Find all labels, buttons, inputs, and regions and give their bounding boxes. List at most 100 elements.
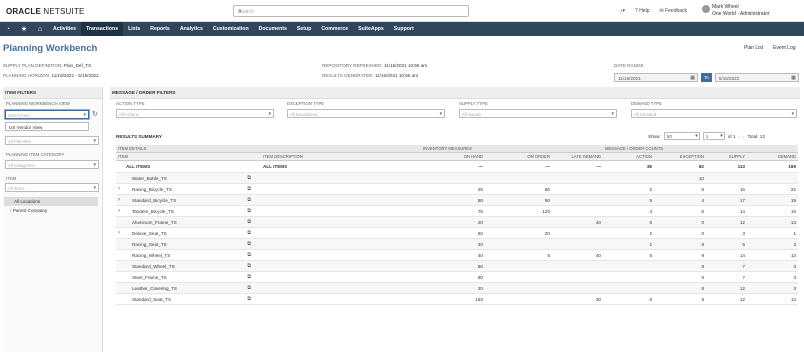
calendar-icon[interactable]: ▦: [690, 75, 695, 81]
planner-select[interactable]: All Planners ▾: [5, 136, 99, 145]
item-select[interactable]: All Items ▾: [5, 183, 99, 192]
supply-type-select[interactable]: All Supply ▾: [459, 109, 617, 118]
table-row[interactable]: Racing_Wheel_TS ⧉ 40 5 40 5 9 14 13: [116, 250, 798, 261]
copy-document-icon[interactable]: ⧉: [247, 197, 251, 203]
nav-support[interactable]: Support: [389, 22, 419, 36]
table-row[interactable]: Standard_Wheel_TS ⧉ 80 8 7 3: [116, 261, 798, 272]
copy-document-icon[interactable]: ⧉: [247, 241, 251, 247]
cell-supply[interactable]: 16: [706, 187, 747, 192]
copy-document-icon[interactable]: ⧉: [247, 186, 251, 192]
date-from-field[interactable]: 11/16/2021 ▦: [614, 73, 698, 82]
date-to-field[interactable]: 5/15/2022 ▦: [714, 73, 799, 82]
cell-supply[interactable]: 12: [706, 297, 747, 302]
col-on-order[interactable]: ON ORDER: [485, 154, 552, 159]
cell-demand[interactable]: 19: [747, 209, 798, 214]
cell-demand[interactable]: 13: [747, 220, 798, 225]
copy-document-icon[interactable]: ⧉: [247, 230, 251, 236]
help-link[interactable]: ? Help: [635, 8, 649, 14]
cell-action[interactable]: 2: [603, 231, 654, 236]
table-row[interactable]: › Tandem_Bicycle_TS ⧉ 75 120 4 5 14 19: [116, 206, 798, 217]
feedback-link[interactable]: ✉ Feedback: [659, 8, 687, 14]
item-name[interactable]: Deluxe_Seat_TS: [126, 231, 167, 236]
table-row[interactable]: Standard_Seat_TS ⧉ 160 30 6 9 12 13: [116, 294, 798, 305]
cell-action[interactable]: 38: [603, 164, 654, 169]
cell-exception[interactable]: 10: [654, 176, 706, 181]
item-name[interactable]: ALL ITEMS: [126, 164, 150, 169]
copy-document-icon[interactable]: ⧉: [247, 296, 251, 302]
nav-customization[interactable]: Customization: [208, 22, 254, 36]
item-name[interactable]: Racing_Wheel_TS: [126, 253, 170, 258]
nav-reports[interactable]: Reports: [145, 22, 175, 36]
cell-demand[interactable]: 3: [747, 275, 798, 280]
col-action[interactable]: ACTION: [603, 154, 654, 159]
demand-type-select[interactable]: All Demand ▾: [631, 109, 797, 118]
cell-action[interactable]: 5: [603, 253, 654, 258]
copy-document-icon[interactable]: ⧉: [247, 252, 251, 258]
col-item[interactable]: ITEM: [116, 154, 261, 159]
cell-exception[interactable]: 4: [654, 198, 706, 203]
cell-action[interactable]: 5: [603, 198, 654, 203]
table-row[interactable]: › Standard_Bicycle_TS ⧉ 80 90 5 4 17 19: [116, 195, 798, 206]
cell-exception[interactable]: 5: [654, 187, 706, 192]
cell-demand[interactable]: 169: [747, 164, 798, 169]
item-name[interactable]: Tandem_Bicycle_TS: [126, 209, 174, 214]
cell-demand[interactable]: 1: [747, 231, 798, 236]
expand-chevron-icon[interactable]: ›: [118, 197, 126, 203]
cell-supply[interactable]: 12: [706, 220, 747, 225]
cell-exception[interactable]: 9: [654, 297, 706, 302]
table-row[interactable]: › Deluxe_Seat_TS ⧉ 60 20 2 0 3 1: [116, 228, 798, 239]
cell-exception[interactable]: 8: [654, 264, 706, 269]
copy-document-icon[interactable]: ⧉: [247, 175, 251, 181]
cell-supply[interactable]: 14: [706, 253, 747, 258]
table-row[interactable]: Steel_Frame_TS ⧉ 80 6 7 3: [116, 272, 798, 283]
refresh-icon[interactable]: ↻: [92, 110, 98, 118]
calendar-icon[interactable]: ▦: [791, 75, 796, 81]
global-search-input[interactable]: Search ⌕: [233, 5, 469, 17]
cell-supply[interactable]: 3: [706, 231, 747, 236]
col-on-hand[interactable]: ON HAND: [421, 154, 485, 159]
search-icon[interactable]: ⌕: [238, 8, 465, 16]
page-size-select[interactable]: 50 ▾: [663, 132, 700, 140]
cell-exception[interactable]: 8: [654, 286, 706, 291]
location-all[interactable]: All Locations: [4, 197, 98, 206]
cell-demand[interactable]: 3: [747, 242, 798, 247]
cell-demand[interactable]: 3: [747, 286, 798, 291]
table-row[interactable]: Racing_Seat_TS ⧉ 40 1 9 5 3: [116, 239, 798, 250]
favorites-star-icon[interactable]: ★: [16, 25, 32, 33]
item-name[interactable]: Aluminum_Frame_TS: [126, 220, 177, 225]
nav-suiteapps[interactable]: SuiteApps: [353, 22, 389, 36]
cell-exception[interactable]: 0: [654, 231, 706, 236]
workbench-view-select[interactable]: Select from ▾: [5, 110, 89, 119]
cell-exception[interactable]: 0: [654, 220, 706, 225]
cell-supply[interactable]: 113: [706, 164, 747, 169]
copy-document-icon[interactable]: ⧉: [247, 219, 251, 225]
cell-supply[interactable]: 12: [706, 286, 747, 291]
nav-transactions[interactable]: Transactions: [81, 22, 124, 36]
netsuite-logo[interactable]: ORACLE NETSUITE: [6, 7, 85, 16]
copy-document-icon[interactable]: ⧉: [247, 274, 251, 280]
cell-supply[interactable]: 5: [706, 242, 747, 247]
col-late-demand[interactable]: LATE DEMAND: [552, 154, 603, 159]
table-row[interactable]: ALL ITEMS ALL ITEMS — — —38 82 113 169: [116, 161, 798, 173]
expand-chevron-icon[interactable]: ›: [118, 208, 126, 214]
expand-chevron-icon[interactable]: ›: [118, 186, 126, 192]
item-name[interactable]: Racing_Bicycle_TS: [126, 187, 172, 192]
cell-action[interactable]: 4: [603, 209, 654, 214]
user-menu[interactable]: Mark Wheel One World - Administrator: [702, 4, 769, 18]
cell-demand[interactable]: 13: [747, 253, 798, 258]
action-type-select[interactable]: All Actions ▾: [116, 109, 274, 118]
nav-commerce[interactable]: Commerce: [316, 22, 353, 36]
item-name[interactable]: Racing_Seat_TS: [126, 242, 167, 247]
nav-activities[interactable]: Activities: [48, 22, 81, 36]
nav-lists[interactable]: Lists: [123, 22, 145, 36]
prev-page-icon[interactable]: ‹: [738, 134, 740, 139]
cell-supply[interactable]: 7: [706, 275, 747, 280]
table-row[interactable]: Aluminum_Frame_TS ⧉ 20 40 6 0 12 13: [116, 217, 798, 228]
cell-demand[interactable]: 19: [747, 198, 798, 203]
cell-supply[interactable]: 7: [706, 264, 747, 269]
item-name[interactable]: Standard_Wheel_TS: [126, 264, 175, 269]
item-name[interactable]: Leather_Covering_TS: [126, 286, 177, 291]
table-row[interactable]: › Racing_Bicycle_TS ⧉ 25 80 2 5 16 22: [116, 184, 798, 195]
item-name[interactable]: Standard_Bicycle_TS: [126, 198, 176, 203]
cell-action[interactable]: 2: [603, 187, 654, 192]
